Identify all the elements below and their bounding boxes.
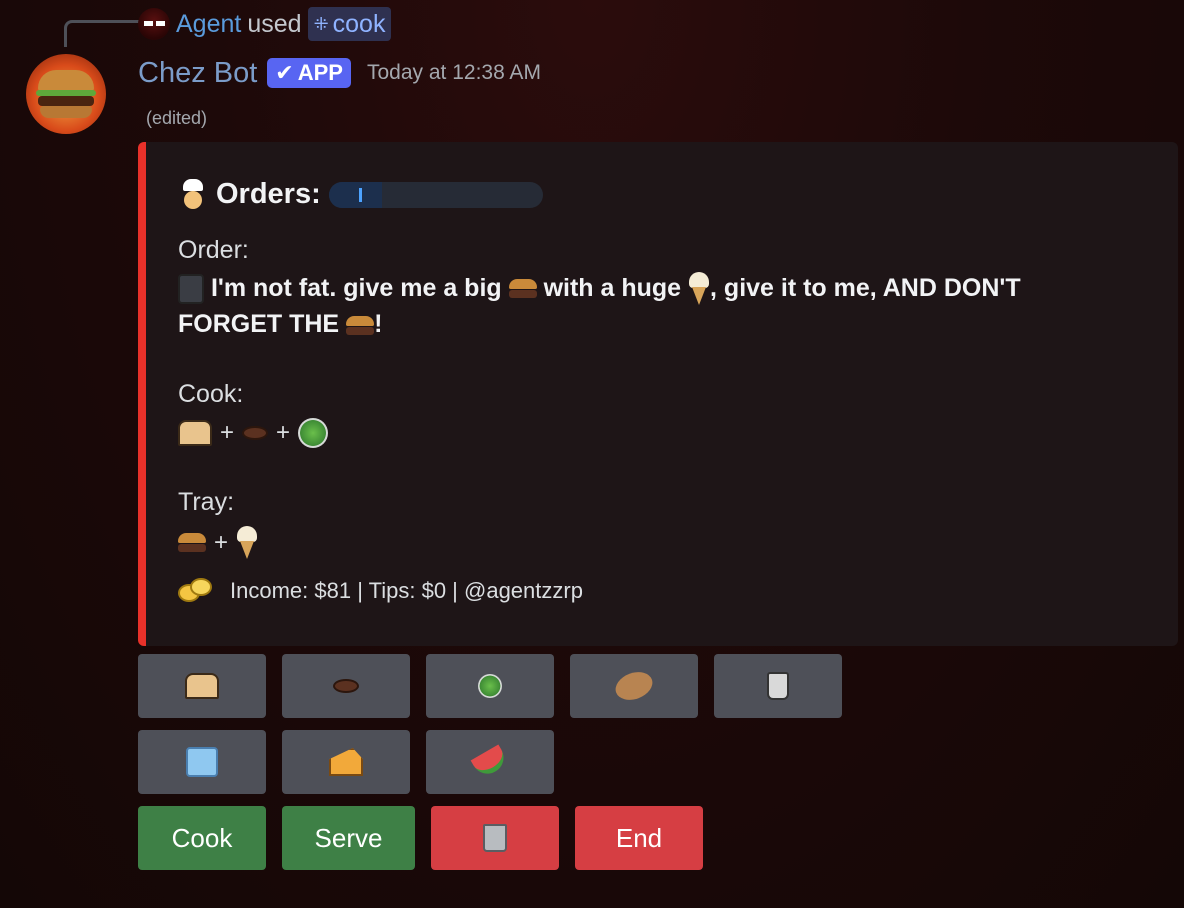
order-label: Order: [178,236,249,264]
meat-icon [242,426,269,440]
tray-items: + [178,526,258,560]
used-text: used [247,9,302,38]
plus-sign: + [220,419,235,446]
bread-icon [178,420,212,446]
ingredient-row-1 [138,654,842,718]
bot-avatar[interactable] [26,54,106,134]
order-text-part-2: with a huge [543,274,682,302]
order-timer-bar [328,181,543,208]
burger-icon [178,533,206,553]
ice-button[interactable] [138,730,266,794]
ice-icon [186,747,218,777]
salad-icon [298,418,329,448]
chef-icon [178,178,208,211]
end-button[interactable]: End [575,806,703,870]
agent-username[interactable]: Agent [176,10,241,39]
ice-cream-icon [236,526,258,560]
cup-icon [767,672,789,700]
message-timestamp: Today at 12:38 AM [366,61,541,84]
footer-text: Income: $81 | Tips: $0 | @agentzzrp [230,578,583,603]
cheese-icon [329,748,363,776]
watermelon-icon [470,744,510,780]
app-badge: ✔ APP [267,58,351,88]
salad-button[interactable] [426,654,554,718]
meat-button[interactable] [282,654,410,718]
command-name: cook [332,9,386,38]
trash-icon [483,824,507,852]
trash-button[interactable] [431,806,559,870]
order-text-part-1: I'm not fat. give me a big [210,274,502,302]
watermelon-button[interactable] [426,730,554,794]
potato-icon [611,667,657,705]
orders-embed: Orders: Order: I'm not fat. give me a bi… [138,142,1178,646]
ice-cream-icon [688,272,710,306]
bread-icon [185,673,219,699]
cook-button[interactable]: Cook [138,806,266,870]
cup-button[interactable] [714,654,842,718]
message-header: Chez Bot ✔ APP Today at 12:38 AM [138,54,541,92]
serve-button[interactable]: Serve [282,806,415,870]
burger-icon [508,279,537,299]
plus-sign: + [276,419,291,446]
order-text-part-4: ! [374,310,383,339]
checkmark-icon: ✔ [275,60,294,85]
tray-label: Tray: [178,488,235,516]
cook-items: + + [178,418,329,448]
burger-icon [346,315,375,336]
meat-icon [333,679,359,693]
action-row: Cook Serve End [138,806,703,870]
agent-avatar[interactable] [138,8,170,40]
plus-sign: + [214,529,229,556]
slash-command-icon: ⁜ [313,13,329,34]
discord-message-view: Agent used ⁜ cook Chez Bot ✔ APP Today a… [0,0,1184,908]
coins-icon [178,578,212,604]
embed-footer: Income: $81 | Tips: $0 | @agentzzrp [178,578,583,604]
app-badge-label: APP [297,60,343,85]
salad-icon [478,674,502,698]
bread-button[interactable] [138,654,266,718]
command-chip[interactable]: ⁜ cook [307,7,392,41]
burger-avatar-icon [36,70,96,120]
embed-title-text: Orders: [216,178,321,210]
edited-indicator: (edited) [146,108,208,128]
customer-bag-icon [178,274,204,305]
order-text: I'm not fat. give me a big with a huge ,… [178,270,1098,342]
ingredient-row-2 [138,730,554,794]
order-timer-fill [328,181,383,208]
cheese-button[interactable] [282,730,410,794]
bot-username[interactable]: Chez Bot [138,57,257,90]
potato-button[interactable] [570,654,698,718]
command-reply-header: Agent used ⁜ cook [138,6,392,42]
reply-connector [64,20,141,47]
embed-title: Orders: [178,178,543,211]
cook-label: Cook: [178,380,244,408]
